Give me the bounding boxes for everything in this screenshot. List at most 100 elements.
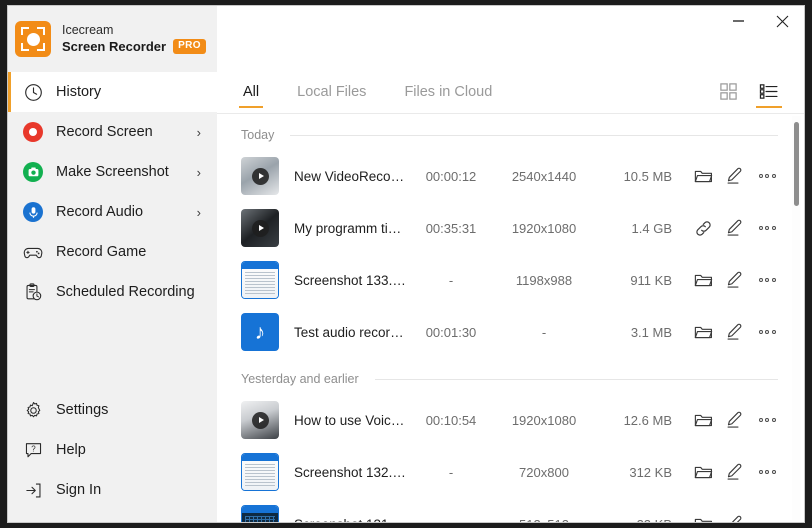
- vertical-scrollbar[interactable]: [792, 116, 801, 520]
- folder-icon: [694, 272, 713, 289]
- open-folder-button[interactable]: [688, 161, 718, 191]
- pro-badge: PRO: [173, 39, 206, 54]
- table-row[interactable]: ♪ Test audio record.mp3 00:01:30 - 3.1 M…: [217, 306, 788, 358]
- file-resolution: 1920x1080: [494, 413, 594, 428]
- table-row[interactable]: Screenshot 133.png - 1198x988 911 KB: [217, 254, 788, 306]
- open-folder-button[interactable]: [688, 317, 718, 347]
- more-options-button[interactable]: [752, 265, 782, 295]
- sidebar-item-history[interactable]: History: [8, 72, 217, 112]
- file-size: 3.1 MB: [594, 325, 672, 340]
- sidebar-item-record-screen[interactable]: Record Screen ›: [8, 112, 217, 152]
- app-window: Icecream Screen Recorder PRO: [7, 5, 805, 523]
- folder-icon: [694, 516, 713, 523]
- pencil-icon: [726, 219, 744, 237]
- more-dots-icon: [759, 226, 776, 230]
- chevron-right-icon: ›: [197, 165, 201, 180]
- sidebar-item-label: Record Screen: [56, 124, 197, 140]
- file-duration: -: [408, 273, 494, 288]
- folder-icon: [694, 412, 713, 429]
- file-thumbnail-audio: ♪: [241, 313, 279, 351]
- pencil-icon: [726, 515, 744, 522]
- copy-link-button[interactable]: [688, 213, 718, 243]
- sidebar-item-label: Record Audio: [56, 204, 197, 220]
- file-name: Screenshot 131.png: [294, 517, 408, 523]
- sidebar-item-label: Sign In: [56, 482, 217, 498]
- sidebar-item-sign-in[interactable]: Sign In: [8, 470, 217, 510]
- sidebar-item-label: Help: [56, 442, 217, 458]
- open-folder-button[interactable]: [688, 457, 718, 487]
- list-view-button[interactable]: [752, 72, 786, 113]
- row-actions: [688, 213, 782, 243]
- section-header-today: Today: [217, 120, 788, 150]
- help-icon: ?: [22, 439, 44, 461]
- main-panel: All Local Files Files in Cloud: [217, 72, 804, 522]
- tab-label: All: [243, 84, 259, 100]
- more-options-button[interactable]: [752, 509, 782, 522]
- schedule-icon: [22, 281, 44, 303]
- sidebar-item-scheduled-recording[interactable]: Scheduled Recording: [8, 272, 217, 312]
- edit-button[interactable]: [720, 161, 750, 191]
- edit-button[interactable]: [720, 509, 750, 522]
- sidebar-item-label: Scheduled Recording: [56, 284, 201, 300]
- open-folder-button[interactable]: [688, 509, 718, 522]
- edit-button[interactable]: [720, 457, 750, 487]
- sidebar-item-help[interactable]: ? Help: [8, 430, 217, 470]
- table-row[interactable]: New VideoRecorder lifehacks.mp4 00:00:12…: [217, 150, 788, 202]
- folder-icon: [694, 324, 713, 341]
- table-row[interactable]: Screenshot 131.png - 512x512 22 KB: [217, 498, 788, 522]
- chevron-right-icon: ›: [197, 125, 201, 140]
- table-row[interactable]: My programm tips & lifehacks.mp4 00:35:3…: [217, 202, 788, 254]
- record-icon: [22, 121, 44, 143]
- sidebar: History Record Screen ›: [8, 72, 217, 522]
- table-row[interactable]: Screenshot 132.png - 720x800 312 KB: [217, 446, 788, 498]
- file-thumbnail-video: [241, 157, 279, 195]
- sidebar-item-label: Settings: [56, 402, 217, 418]
- edit-button[interactable]: [720, 213, 750, 243]
- file-list-wrapper: Today New VideoRecorder lifehacks.mp4 00…: [217, 114, 804, 522]
- row-actions: [688, 161, 782, 191]
- grid-view-button[interactable]: [711, 72, 745, 113]
- file-size: 312 KB: [594, 465, 672, 480]
- edit-button[interactable]: [720, 265, 750, 295]
- file-duration: 00:35:31: [408, 221, 494, 236]
- edit-button[interactable]: [720, 317, 750, 347]
- sidebar-item-record-game[interactable]: Record Game: [8, 232, 217, 272]
- tab-bar: All Local Files Files in Cloud: [217, 72, 804, 114]
- file-thumbnail-video: [241, 401, 279, 439]
- chevron-right-icon: ›: [197, 205, 201, 220]
- file-thumbnail-image: [241, 505, 279, 522]
- link-icon: [694, 219, 713, 238]
- file-size: 911 KB: [594, 273, 672, 288]
- minimize-button[interactable]: [716, 6, 760, 36]
- sidebar-item-label: Make Screenshot: [56, 164, 197, 180]
- signin-icon: [22, 479, 44, 501]
- file-size: 12.6 MB: [594, 413, 672, 428]
- open-folder-button[interactable]: [688, 265, 718, 295]
- open-folder-button[interactable]: [688, 405, 718, 435]
- tab-local-files[interactable]: Local Files: [293, 72, 370, 113]
- more-options-button[interactable]: [752, 161, 782, 191]
- more-options-button[interactable]: [752, 213, 782, 243]
- sidebar-item-settings[interactable]: Settings: [8, 390, 217, 430]
- edit-button[interactable]: [720, 405, 750, 435]
- more-options-button[interactable]: [752, 405, 782, 435]
- table-row[interactable]: How to use Voice recorder.mp4 00:10:54 1…: [217, 394, 788, 446]
- more-dots-icon: [759, 278, 776, 282]
- more-options-button[interactable]: [752, 457, 782, 487]
- mic-icon: [22, 201, 44, 223]
- file-duration: -: [408, 517, 494, 523]
- scrollbar-thumb[interactable]: [794, 122, 799, 206]
- more-dots-icon: [759, 174, 776, 178]
- more-options-button[interactable]: [752, 317, 782, 347]
- pencil-icon: [726, 167, 744, 185]
- tab-all[interactable]: All: [239, 72, 263, 113]
- tab-files-in-cloud[interactable]: Files in Cloud: [400, 72, 496, 113]
- sidebar-item-label: Record Game: [56, 244, 201, 260]
- app-logo-icon: [15, 21, 51, 57]
- close-button[interactable]: [760, 6, 804, 36]
- minimize-icon: [733, 20, 744, 22]
- brand-text: Icecream Screen Recorder PRO: [62, 23, 206, 54]
- sidebar-item-record-audio[interactable]: Record Audio ›: [8, 192, 217, 232]
- sidebar-item-make-screenshot[interactable]: Make Screenshot ›: [8, 152, 217, 192]
- brand-area: Icecream Screen Recorder PRO: [8, 6, 217, 72]
